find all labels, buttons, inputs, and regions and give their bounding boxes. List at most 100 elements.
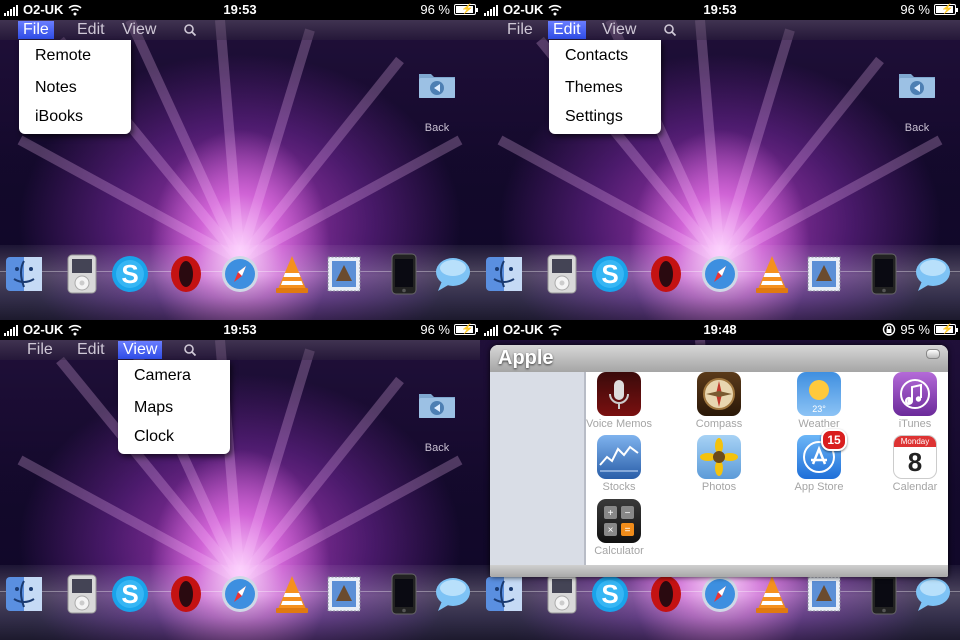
menu-item-camera[interactable]: Camera	[118, 360, 230, 392]
search-icon[interactable]	[663, 21, 677, 39]
menu-file[interactable]: File	[502, 21, 538, 39]
skype-icon[interactable]: S	[110, 573, 150, 615]
messages-icon[interactable]	[912, 573, 952, 615]
messages-icon[interactable]	[432, 573, 472, 615]
search-icon[interactable]	[183, 21, 197, 39]
back-button[interactable]: Back	[896, 68, 938, 134]
finder-icon[interactable]	[484, 573, 524, 615]
calendar-icon: Monday 8	[893, 435, 937, 479]
battery-percent: 96 %	[420, 2, 450, 17]
app-weather[interactable]: 23° Weather	[784, 372, 854, 430]
menu-view[interactable]: View	[117, 21, 161, 39]
app-voice-memos[interactable]: Voice Memos	[584, 372, 654, 430]
search-icon[interactable]	[183, 341, 197, 359]
status-bar: O2-UK 19:53 96 % ⚡	[0, 0, 480, 20]
app-label: Calculator	[594, 545, 644, 557]
vlc-icon[interactable]	[272, 253, 312, 295]
finder-icon[interactable]	[484, 253, 524, 295]
voice-memos-icon	[597, 372, 641, 416]
window-close-button[interactable]	[926, 349, 940, 359]
view-dropdown: Camera Maps Clock	[118, 360, 230, 454]
app-photos[interactable]: Photos	[684, 435, 754, 493]
mail-icon[interactable]	[324, 573, 364, 615]
ipod-icon[interactable]	[62, 573, 102, 615]
back-button[interactable]: Back	[416, 68, 458, 134]
battery-icon: ⚡	[454, 4, 478, 15]
skype-icon[interactable]: S	[590, 573, 630, 615]
safari-icon[interactable]	[700, 573, 740, 615]
menu-item-remote[interactable]: Remote	[19, 40, 131, 72]
back-folder-icon	[899, 74, 935, 98]
compass-icon	[697, 372, 741, 416]
screen-view-menu: O2-UK 19:53 96 % ⚡ File Edit View Camera…	[0, 320, 480, 640]
screenshot-grid: O2-UK 19:53 96 % ⚡ File Edit View Remote…	[0, 0, 960, 640]
finder-icon[interactable]	[4, 573, 44, 615]
back-folder-icon	[419, 394, 455, 418]
apple-window: Apple Voice Memos Compass 23° Weather iT…	[490, 345, 948, 577]
safari-icon[interactable]	[220, 253, 260, 295]
clock-time: 19:53	[703, 2, 737, 17]
back-button[interactable]: Back	[416, 388, 458, 454]
safari-icon[interactable]	[700, 253, 740, 295]
menu-file[interactable]: File	[18, 21, 54, 39]
window-sidebar	[490, 372, 586, 565]
menu-item-clock[interactable]: Clock	[118, 424, 230, 454]
menu-view[interactable]: View	[597, 21, 641, 39]
menu-view[interactable]: View	[118, 341, 163, 359]
iphone-icon[interactable]	[864, 573, 904, 615]
iphone-icon[interactable]	[384, 573, 424, 615]
menu-item-ibooks[interactable]: iBooks	[19, 104, 131, 134]
menu-item-notes[interactable]: Notes	[19, 72, 131, 104]
menu-item-themes[interactable]: Themes	[549, 72, 661, 104]
menu-item-settings[interactable]: Settings	[549, 104, 661, 134]
orientation-lock-icon	[883, 323, 896, 336]
app-calculator[interactable]: + − × = Calculator	[584, 499, 654, 557]
app-app-store[interactable]: 15 App Store	[784, 429, 854, 493]
iphone-icon[interactable]	[864, 253, 904, 295]
app-grid: Voice Memos Compass 23° Weather iTunes S…	[586, 372, 948, 565]
app-calendar[interactable]: Monday 8 Calendar	[880, 435, 948, 493]
app-itunes[interactable]: iTunes	[880, 372, 948, 430]
menu-edit[interactable]: Edit	[72, 21, 110, 39]
messages-icon[interactable]	[432, 253, 472, 295]
back-folder-icon	[419, 74, 455, 98]
app-label: Weather	[798, 418, 840, 430]
finder-icon[interactable]	[4, 253, 44, 295]
svg-text:+: +	[608, 508, 614, 519]
svg-text:S: S	[601, 259, 618, 289]
vlc-icon[interactable]	[272, 573, 312, 615]
vlc-icon[interactable]	[752, 573, 792, 615]
clock-time: 19:53	[223, 2, 257, 17]
menu-edit[interactable]: Edit	[548, 21, 586, 39]
opera-icon[interactable]	[166, 253, 206, 295]
skype-icon[interactable]: S	[590, 253, 630, 295]
skype-icon[interactable]: S	[110, 253, 150, 295]
app-compass[interactable]: Compass	[684, 372, 754, 430]
battery-icon: ⚡	[934, 4, 958, 15]
ipod-icon[interactable]	[542, 573, 582, 615]
ipod-icon[interactable]	[62, 253, 102, 295]
menu-file[interactable]: File	[22, 341, 58, 359]
svg-text:×: ×	[608, 525, 614, 536]
stocks-icon	[597, 435, 641, 479]
mail-icon[interactable]	[804, 253, 844, 295]
ipod-icon[interactable]	[542, 253, 582, 295]
app-stocks[interactable]: Stocks	[584, 435, 654, 493]
screen-file-menu: O2-UK 19:53 96 % ⚡ File Edit View Remote…	[0, 0, 480, 320]
mail-icon[interactable]	[804, 573, 844, 615]
menu-item-contacts[interactable]: Contacts	[549, 40, 661, 72]
menu-edit[interactable]: Edit	[72, 341, 110, 359]
safari-icon[interactable]	[220, 573, 260, 615]
opera-icon[interactable]	[166, 573, 206, 615]
opera-icon[interactable]	[646, 573, 686, 615]
mail-icon[interactable]	[324, 253, 364, 295]
opera-icon[interactable]	[646, 253, 686, 295]
menu-item-maps[interactable]: Maps	[118, 392, 230, 424]
clock-time: 19:53	[223, 322, 257, 337]
vlc-icon[interactable]	[752, 253, 792, 295]
iphone-icon[interactable]	[384, 253, 424, 295]
dock: S	[480, 245, 960, 320]
window-titlebar[interactable]: Apple	[490, 345, 948, 372]
window-bottom-bar	[490, 565, 948, 577]
messages-icon[interactable]	[912, 253, 952, 295]
